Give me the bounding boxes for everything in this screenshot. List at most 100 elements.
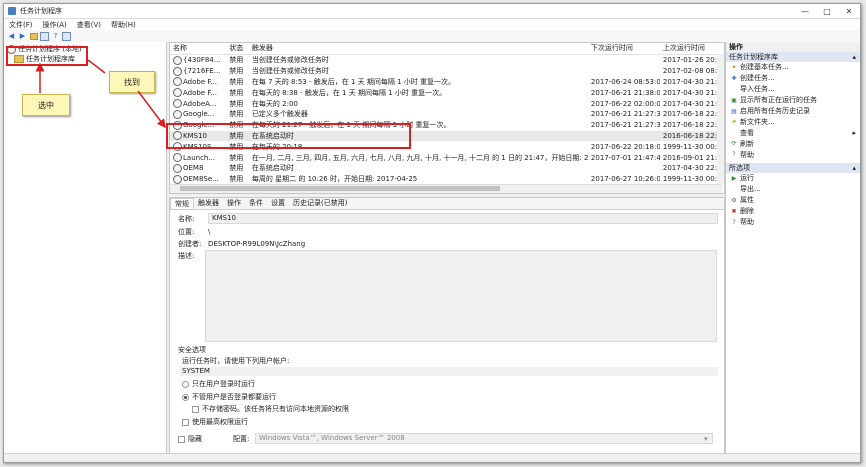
create-task-icon: ✚ [731,74,737,82]
close-button[interactable]: ✕ [838,7,860,16]
import-icon [731,86,737,92]
action-export[interactable]: 导出... [726,184,860,195]
actions-group-selected[interactable]: 所选项 ▴ [726,163,860,174]
task-trigger: 在系统启动时 [251,164,294,173]
tab-history[interactable]: 历史记录(已禁用) [289,198,351,209]
tab-actions[interactable]: 操作 [223,198,245,209]
back-arrow-icon[interactable]: ◀ [7,32,16,41]
task-icon [173,88,182,98]
task-icon [173,77,182,87]
task-trigger: 已定义多个触发器 [251,110,308,119]
task-name: {7216FE... [183,67,221,76]
action-show-running[interactable]: ▣ 显示所有正在运行的任务 [726,95,860,106]
show-hide-tree-icon[interactable] [40,31,49,41]
maximize-button[interactable]: □ [816,7,838,16]
option-label: 不管用户是否登录都要运行 [192,393,276,401]
action-help[interactable]: ? 帮助 [726,149,860,160]
action-new-folder[interactable]: ▰ 新文件夹... [726,116,860,127]
task-name: AdobeA... [183,99,217,108]
action-create-basic-task[interactable]: ✦ 创建基本任务... [726,62,860,73]
config-label: 配置: [233,434,250,443]
menu-action[interactable]: 操作(A) [38,20,72,30]
task-next-run: 2017-06-21 21:38:00 [590,88,660,97]
col-next-run[interactable]: 下次运行时间 [588,43,660,54]
table-row[interactable]: Adobe F... 禁用 在每天的 8:38 - 触发后，在 1 天 期间每隔 1… [170,87,724,98]
task-status: 禁用 [229,56,244,65]
task-next-run: 2017-06-22 20:18:00 [590,142,660,151]
col-status[interactable]: 状态 [226,43,249,54]
action-properties[interactable]: ⚙ 属性 [726,195,860,206]
task-icon [173,66,182,76]
col-name[interactable]: 名称 [170,43,226,54]
option-label: 不存储密码。该任务将只有访问本地资源的权限 [202,405,349,413]
table-row[interactable]: {430F84... 禁用 当创建任务或修改任务时 2017-01-26 20:5 [170,55,724,66]
action-delete[interactable]: ✖ 删除 [726,206,860,217]
name-field[interactable]: KMS10 [208,213,718,224]
vertical-scrollbar[interactable] [717,54,724,184]
table-row[interactable]: OEM8Se... 禁用 每周的 星期二 的 10:26 时，开始日期: 2017-… [170,174,724,185]
table-row[interactable]: Launch... 禁用 在一月, 二月, 三月, 四月, 五月, 六月, 七月, … [170,152,724,163]
table-row[interactable]: OEM8 禁用 在系统启动时 2017-04-30 22:1 [170,163,724,174]
create-basic-task-icon: ✦ [731,63,737,71]
task-trigger: 在每天的 8:38 - 触发后，在 1 天 期间每隔 1 小时 重复一次。 [251,88,447,97]
action-label: 帮助 [740,218,754,227]
horizontal-scrollbar[interactable] [170,184,722,193]
col-trigger[interactable]: 触发器 [249,43,588,54]
menu-view[interactable]: 查看(V) [72,20,106,30]
action-refresh[interactable]: ⟳ 刷新 [726,138,860,149]
description-label: 描述: [178,252,195,260]
action-create-task[interactable]: ✚ 创建任务... [726,73,860,84]
option-no-store-password[interactable]: 不存储密码。该任务将只有访问本地资源的权限 [192,404,349,414]
checkbox-highest-privileges[interactable] [182,418,189,426]
option-hidden[interactable]: 隐藏 [178,434,202,444]
properties-icon: ⚙ [731,196,737,204]
radio-logged-on[interactable] [182,380,189,388]
option-run-regardless[interactable]: 不管用户是否登录都要运行 [182,392,276,402]
table-row[interactable]: Adobe F... 禁用 在每 7 天的 8:53 - 触发后，在 1 天 期间每… [170,77,724,88]
option-highest-privileges[interactable]: 使用最高权限运行 [182,417,248,427]
action-import-task[interactable]: 导入任务... [726,84,860,95]
col-last-run[interactable]: 上次运行时间 [660,43,724,54]
table-row[interactable]: {7216FE... 禁用 当创建任务或修改任务时 2017-02-08 08:5 [170,66,724,77]
help-icon[interactable]: ? [51,32,60,41]
action-label: 导出... [740,185,761,194]
tab-settings[interactable]: 设置 [267,198,289,209]
option-run-logged-on[interactable]: 只在用户登录时运行 [182,379,255,389]
table-row[interactable]: AdobeA... 禁用 在每天的 2:00 2017-06-22 02:00:00 2… [170,98,724,109]
tab-conditions[interactable]: 条件 [245,198,267,209]
menu-help[interactable]: 帮助(H) [106,20,141,30]
task-next-run: 2017-06-27 10:26:00 [590,175,660,184]
actions-group-library[interactable]: 任务计划程序库 ▴ [726,52,860,62]
description-field[interactable] [205,250,717,342]
location-label: 位置: [178,228,195,236]
config-row: 配置: Windows Vista™, Windows Server™ 2008… [233,433,713,444]
task-status: 禁用 [229,67,244,76]
task-name: {430F84... [183,56,221,65]
table-row[interactable]: Google... 禁用 已定义多个触发器 2017-06-21 21:27:39 20… [170,109,724,120]
action-run[interactable]: ▶ 运行 [726,173,860,184]
radio-regardless[interactable] [182,393,189,401]
action-view[interactable]: 查看 ▸ [726,127,860,138]
action-enable-history[interactable]: ▤ 启用所有任务历史记录 [726,106,860,117]
scrollbar-thumb[interactable] [180,186,500,191]
forward-arrow-icon[interactable]: ▶ [18,32,27,41]
up-folder-icon[interactable] [29,32,38,41]
minimize-button[interactable]: — [794,7,816,16]
task-last-run: 1999-11-30 00:0 [662,142,722,151]
annotation-highlight-tasks [166,123,411,149]
tab-general[interactable]: 常规 [170,198,194,209]
config-select[interactable]: Windows Vista™, Windows Server™ 2008 [255,433,713,444]
view-icon [731,128,737,134]
task-icon [173,163,182,173]
task-icon [173,109,182,119]
tab-triggers[interactable]: 触发器 [194,198,223,209]
checkbox-hidden[interactable] [178,435,185,443]
action-help-selected[interactable]: ? 帮助 [726,217,860,228]
menu-file[interactable]: 文件(F) [4,20,38,30]
group-label: 任务计划程序库 [729,53,778,61]
show-hide-action-pane-icon[interactable] [62,31,71,41]
task-trigger: 每周的 星期二 的 10:26 时，开始日期: 2017-04-25 [251,175,418,184]
task-status: 禁用 [229,164,244,173]
checkbox-no-store-password[interactable] [192,405,199,413]
callout-selected: 选中 [22,94,70,116]
